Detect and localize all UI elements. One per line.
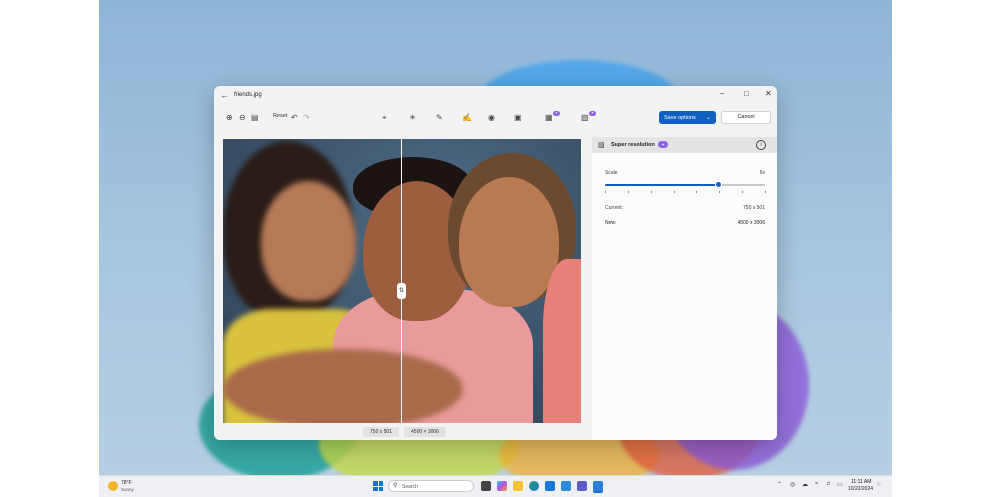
copilot-icon[interactable] [497, 481, 507, 491]
redo-icon[interactable]: ↷ [303, 113, 310, 123]
onedrive-app-icon[interactable] [561, 481, 571, 491]
new-value: 4500 x 3006 [737, 220, 765, 226]
copilot-tray-icon[interactable]: ◎ [790, 481, 795, 488]
ai-badge-icon: ✦ [658, 141, 668, 148]
before-size-label: 750 x 501 [363, 427, 399, 437]
search-icon: ⚲ [393, 483, 398, 489]
photos-icon[interactable] [593, 481, 603, 493]
super-resolution-icon[interactable]: ▨ [581, 113, 589, 123]
scale-value: 6x [759, 170, 765, 176]
photos-app-window: ← friends.jpg – □ ✕ ⊕ ⊖ ▤ Reset ↶ ↷ ⌖ ☀ … [214, 86, 777, 440]
file-explorer-icon[interactable] [513, 481, 523, 491]
photo-canvas[interactable]: ⇅ [223, 139, 581, 423]
reset-button[interactable]: Reset [273, 113, 287, 119]
after-size-label: 4500 × 3006 [404, 427, 446, 437]
task-view-icon[interactable] [481, 481, 491, 491]
slider-fill [605, 184, 719, 186]
erase-icon[interactable]: ✎ [436, 113, 443, 123]
slider-tick [719, 191, 721, 193]
zoom-in-icon[interactable]: ⊕ [226, 113, 233, 123]
chevron-down-icon: ⌄ [705, 115, 711, 121]
background-icon[interactable]: ▣ [514, 113, 522, 123]
taskbar-search[interactable]: ⚲ Search [388, 480, 474, 492]
cancel-button[interactable]: Cancel [721, 111, 771, 124]
markup-icon[interactable]: ✍ [462, 113, 472, 123]
super-resolution-icon: ▨ [598, 142, 605, 149]
panel-header: ▨ Super resolution ✦ i [592, 137, 777, 153]
save-options-label: Save options [664, 114, 696, 121]
wifi-icon[interactable]: ≈ [815, 481, 818, 487]
teams-icon[interactable] [577, 481, 587, 491]
filter-icon[interactable]: ◉ [488, 113, 495, 123]
super-resolution-panel: ▨ Super resolution ✦ i Scale 6x Current:… [592, 137, 777, 440]
windows-start-icon[interactable] [373, 481, 383, 491]
slider-tick [696, 191, 698, 193]
undo-icon[interactable]: ↶ [291, 113, 298, 123]
swap-arrows-icon[interactable]: ⇅ [397, 283, 406, 299]
taskbar: 78°F Sunny ⚲ Search ⌃ ◎ ☁ ≈ ♬ ▭ 11:11 AM… [99, 475, 892, 497]
slider-tick [605, 191, 606, 193]
new-label: New: [605, 220, 617, 226]
clock-time[interactable]: 11:11 AM [851, 479, 871, 485]
edge-icon[interactable] [529, 481, 539, 491]
clock-date[interactable]: 10/22/2024 [848, 486, 873, 492]
title-bar: ← friends.jpg – □ ✕ [214, 86, 777, 106]
store-icon[interactable] [545, 481, 555, 491]
weather-condition[interactable]: Sunny [121, 487, 134, 492]
chevron-up-icon[interactable]: ⌃ [777, 481, 782, 488]
sun-icon[interactable] [108, 481, 118, 491]
current-value: 750 x 501 [743, 205, 765, 211]
photo-content [223, 349, 463, 423]
ai-badge-icon: ✦ [589, 111, 596, 116]
search-placeholder: Search [402, 483, 418, 490]
info-icon[interactable]: i [756, 140, 766, 150]
minimize-icon[interactable]: – [720, 89, 724, 98]
crop-icon[interactable]: ⌖ [382, 113, 387, 123]
notification-bell-icon[interactable]: ♢ [876, 481, 881, 488]
zoom-out-icon[interactable]: ⊖ [239, 113, 246, 123]
slider-tick [673, 191, 675, 193]
slider-tick [765, 191, 766, 193]
panel-title: Super resolution [611, 142, 655, 148]
slider-thumb[interactable] [715, 181, 723, 188]
save-options-button[interactable]: Save options ⌄ [659, 111, 716, 124]
maximize-icon[interactable]: □ [744, 89, 749, 98]
scale-label: Scale [605, 170, 618, 176]
slider-tick [742, 191, 744, 193]
adjust-icon[interactable]: ☀ [409, 113, 416, 123]
volume-icon[interactable]: ♬ [826, 481, 832, 487]
window-title: friends.jpg [234, 92, 262, 98]
scale-slider[interactable] [605, 181, 765, 188]
battery-icon[interactable]: ▭ [837, 481, 843, 488]
compare-divider[interactable] [401, 139, 402, 423]
fit-to-window-icon[interactable]: ▤ [251, 113, 259, 123]
photo-content [459, 177, 559, 307]
onedrive-icon[interactable]: ☁ [802, 481, 808, 488]
photo-content [261, 181, 356, 301]
close-icon[interactable]: ✕ [765, 89, 772, 98]
slider-tick [650, 191, 652, 193]
weather-temperature[interactable]: 78°F [121, 480, 132, 486]
ai-badge-icon: ✦ [553, 111, 560, 116]
current-label: Current: [605, 205, 624, 211]
slider-tick [627, 191, 629, 193]
generative-erase-icon[interactable]: ▦ [545, 113, 553, 123]
photo-content [543, 259, 581, 423]
back-arrow-icon[interactable]: ← [220, 90, 229, 100]
